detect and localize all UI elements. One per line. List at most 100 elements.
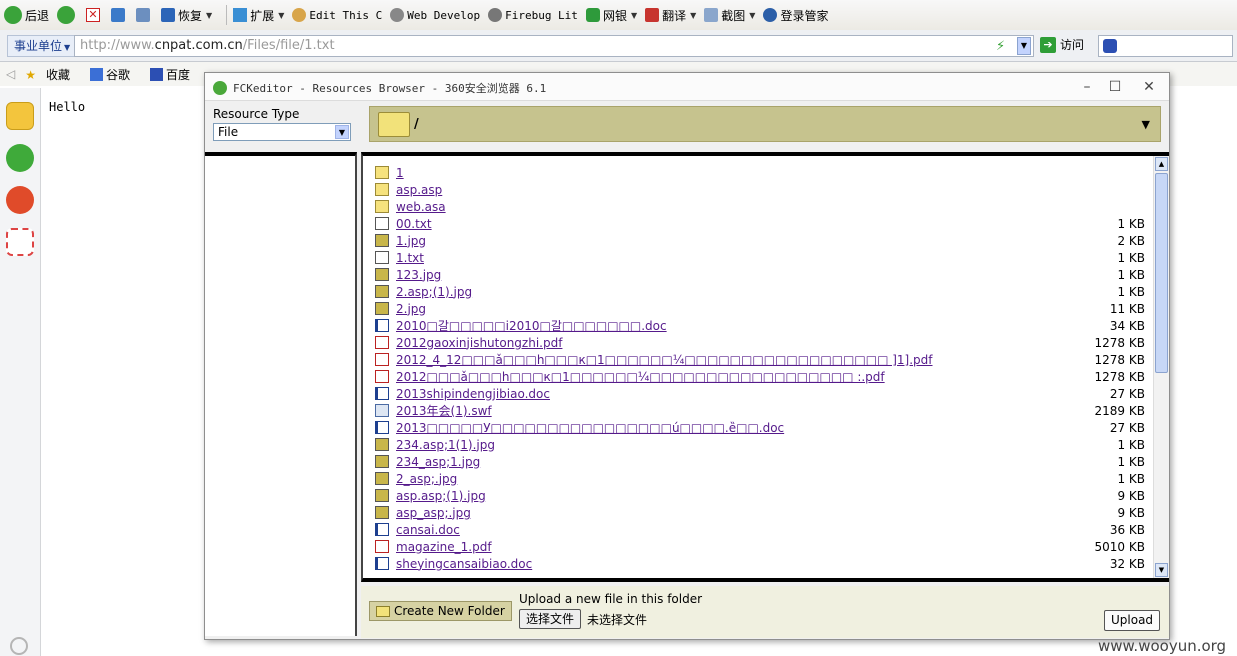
back-button[interactable]: 后退 bbox=[4, 6, 49, 24]
refresh-button[interactable] bbox=[111, 8, 128, 22]
file-img-icon bbox=[375, 489, 389, 502]
file-row: 1 bbox=[375, 164, 1145, 181]
folder-icon bbox=[375, 183, 389, 196]
file-link[interactable]: 2013年会(1).swf bbox=[396, 402, 1075, 419]
file-doc-icon bbox=[375, 319, 389, 332]
file-link[interactable]: 2012_4_12□□□ǎ□□□h□□□к□1□□□□□□¼□□□□□□□□□□… bbox=[396, 353, 1075, 367]
scroll-up-icon[interactable]: ▲ bbox=[1155, 157, 1168, 171]
search-box[interactable] bbox=[1098, 35, 1233, 57]
file-row: sheyingcansaibiao.doc 32 KB bbox=[375, 555, 1145, 572]
file-link[interactable]: asp.asp;(1).jpg bbox=[396, 489, 1075, 503]
forward-button[interactable] bbox=[57, 6, 78, 24]
page-content-text: Hello bbox=[49, 100, 86, 114]
file-link[interactable]: 234_asp;1.jpg bbox=[396, 455, 1075, 469]
file-link[interactable]: 2.jpg bbox=[396, 302, 1075, 316]
folder-dropdown-icon[interactable]: ▼ bbox=[1142, 118, 1150, 131]
restore-button[interactable]: 恢复 ▼ bbox=[161, 7, 212, 24]
file-size: 9 KB bbox=[1117, 505, 1145, 520]
bookmark-baidu[interactable]: 百度 bbox=[150, 66, 200, 83]
file-link[interactable]: sheyingcansaibiao.doc bbox=[396, 557, 1075, 571]
firebug-lite-button[interactable]: Firebug Lit bbox=[488, 8, 578, 22]
file-row: 1.txt 1 KB bbox=[375, 249, 1145, 266]
star-icon: ★ bbox=[25, 67, 36, 82]
file-row: 234_asp;1.jpg 1 KB bbox=[375, 453, 1145, 470]
translate-button[interactable]: 翻译 ▼ bbox=[645, 7, 696, 24]
edit-this-cookie-button[interactable]: Edit This C bbox=[292, 8, 382, 22]
stop-button[interactable]: ✕ bbox=[86, 8, 103, 22]
file-list: ▲ ▼ 1 asp.asp web.asa 00.txt 1 KB 1.jpg 2 KB 1.… bbox=[361, 152, 1169, 582]
file-size: 1 KB bbox=[1117, 284, 1145, 299]
home-button[interactable] bbox=[136, 8, 153, 22]
file-link[interactable]: 2013□□□□□У□□□□□□□□□□□□□□□□ú□□□□.ȅ□□.doc bbox=[396, 421, 1075, 435]
file-size: 1 KB bbox=[1117, 454, 1145, 469]
file-size: 27 KB bbox=[1109, 386, 1145, 401]
visit-button[interactable]: ➔ 访问 bbox=[1040, 36, 1084, 53]
file-list-scrollbar[interactable]: ▲ ▼ bbox=[1153, 156, 1169, 578]
wangyin-button[interactable]: 网银 ▼ bbox=[585, 7, 637, 24]
url-dropdown-icon[interactable]: ▼ bbox=[1017, 37, 1031, 55]
close-button[interactable]: ✕ bbox=[1137, 77, 1161, 97]
file-size: 32 KB bbox=[1109, 556, 1145, 571]
history-clock-icon[interactable] bbox=[6, 144, 34, 172]
file-size: 36 KB bbox=[1109, 522, 1145, 537]
file-link[interactable]: asp_asp;.jpg bbox=[396, 506, 1075, 520]
bookmark-back-icon[interactable]: ◁ bbox=[6, 67, 15, 81]
file-img-icon bbox=[375, 234, 389, 247]
forward-arrow-icon bbox=[57, 6, 76, 24]
browser-toolbar: 后退 ✕ 恢复 ▼ 扩展 ▼ Edit This C Web Develop Fir… bbox=[0, 0, 1237, 30]
screenshot-button[interactable]: 截图 ▼ bbox=[704, 7, 755, 24]
favorites-star-icon[interactable] bbox=[6, 102, 34, 130]
bookmark-google[interactable]: 谷歌 bbox=[90, 66, 140, 83]
file-link[interactable]: 123.jpg bbox=[396, 268, 1075, 282]
browser-window: 后退 ✕ 恢复 ▼ 扩展 ▼ Edit This C Web Develop Fir… bbox=[0, 0, 1237, 656]
file-img-icon bbox=[375, 438, 389, 451]
extend-button[interactable]: 扩展 ▼ bbox=[233, 7, 284, 24]
file-link[interactable]: 2_asp;.jpg bbox=[396, 472, 1075, 486]
file-link[interactable]: 1.jpg bbox=[396, 234, 1075, 248]
resource-type-panel: Resource Type File ▼ bbox=[205, 102, 357, 154]
screenshot-icon bbox=[704, 8, 719, 22]
file-link[interactable]: 2012gaoxinjishutongzhi.pdf bbox=[396, 336, 1075, 350]
back-arrow-icon bbox=[4, 6, 22, 24]
file-size: 11 KB bbox=[1109, 301, 1145, 316]
mail-icon[interactable] bbox=[6, 228, 34, 256]
file-link[interactable]: 2010□갈□□□□□i2010□갈□□□□□□□.doc bbox=[396, 317, 1075, 334]
cookie-icon bbox=[292, 8, 307, 22]
bookmark-favorites[interactable]: ★ 收藏 bbox=[25, 66, 80, 83]
login-manager-button[interactable]: 登录管家 bbox=[763, 7, 828, 24]
weibo-icon[interactable] bbox=[6, 186, 34, 214]
url-input[interactable]: http://www.cnpat.com.cn/Files/file/1.txt bbox=[74, 35, 1034, 57]
file-doc-icon bbox=[375, 421, 389, 434]
minimize-button[interactable]: – bbox=[1075, 77, 1099, 97]
scroll-thumb[interactable] bbox=[1155, 173, 1168, 373]
web-developer-button[interactable]: Web Develop bbox=[390, 8, 480, 22]
file-link[interactable]: web.asa bbox=[396, 200, 1075, 214]
file-row: asp_asp;.jpg 9 KB bbox=[375, 504, 1145, 521]
choose-file-button[interactable]: 选择文件 bbox=[519, 609, 582, 629]
file-link[interactable]: magazine_1.pdf bbox=[396, 540, 1075, 554]
chevron-down-icon: ▼ bbox=[206, 10, 213, 20]
chevron-down-icon: ▼ bbox=[749, 10, 756, 20]
file-link[interactable]: 1.txt bbox=[396, 251, 1075, 265]
file-link[interactable]: 2012□□□ǎ□□□h□□□к□1□□□□□□¼□□□□□□□□□□□□□□□… bbox=[396, 370, 1075, 384]
resource-type-select[interactable]: File ▼ bbox=[213, 123, 351, 141]
upload-button[interactable]: Upload bbox=[1104, 610, 1161, 631]
file-link[interactable]: 1 bbox=[396, 166, 1075, 180]
file-size: 1 KB bbox=[1117, 471, 1145, 486]
file-link[interactable]: 2.asp;(1).jpg bbox=[396, 285, 1075, 299]
scroll-down-icon[interactable]: ▼ bbox=[1155, 563, 1168, 577]
create-new-folder-button[interactable]: Create New Folder bbox=[369, 601, 512, 621]
file-size: 1 KB bbox=[1117, 216, 1145, 231]
settings-gear-icon[interactable] bbox=[10, 637, 28, 655]
zone-dropdown[interactable]: 事业单位 ▼ bbox=[7, 35, 78, 57]
maximize-button[interactable]: ☐ bbox=[1103, 77, 1127, 97]
file-size: 1 KB bbox=[1117, 437, 1145, 452]
upload-label: Upload a new file in this folder bbox=[519, 592, 703, 606]
file-link[interactable]: asp.asp bbox=[396, 183, 1075, 197]
file-link[interactable]: 2013shipindengjibiao.doc bbox=[396, 387, 1075, 401]
file-link[interactable]: cansai.doc bbox=[396, 523, 1075, 537]
file-row: web.asa bbox=[375, 198, 1145, 215]
file-row: cansai.doc 36 KB bbox=[375, 521, 1145, 538]
file-link[interactable]: 234.asp;1(1).jpg bbox=[396, 438, 1075, 452]
file-link[interactable]: 00.txt bbox=[396, 217, 1075, 231]
